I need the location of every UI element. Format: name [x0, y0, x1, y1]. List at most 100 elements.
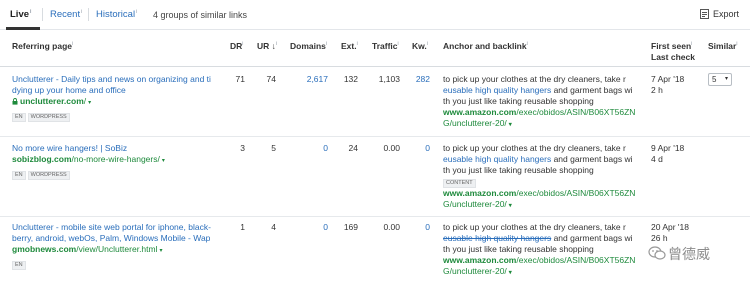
- ext-value: 132: [343, 74, 358, 84]
- row-divider: [0, 216, 750, 217]
- row-divider: [0, 136, 750, 137]
- chevron-down-icon[interactable]: ▾: [162, 158, 165, 164]
- dr-value: 71: [235, 74, 245, 84]
- url-domain: unclutterer.com: [20, 96, 84, 106]
- content-tag-row: CONTENT: [443, 176, 643, 188]
- ext-value: 24: [348, 143, 358, 153]
- tag-platform: WORDPRESS: [27, 171, 70, 180]
- dr-value: 3: [240, 143, 245, 153]
- url-path: /: [83, 96, 87, 106]
- first-seen-value: 7 Apr '18: [651, 74, 685, 84]
- referring-page-title[interactable]: Unclutterer - Daily tips and news on org…: [12, 74, 222, 96]
- referring-page-url[interactable]: unclutterer.com/▾: [12, 96, 222, 109]
- chevron-down-icon: ▾: [724, 76, 728, 82]
- title-line: berry, android, webOs, Palm, Windows Mob…: [12, 233, 211, 243]
- col-dr[interactable]: DRi: [230, 41, 243, 51]
- anchor-context: to pick up your clothes at the dry clean…: [443, 222, 626, 232]
- tag-content: CONTENT: [443, 179, 476, 188]
- chevron-down-icon[interactable]: ▾: [88, 100, 91, 106]
- anchor-context: to pick up your clothes at the dry clean…: [443, 74, 626, 84]
- dates-cell: 9 Apr '18 4 d: [651, 143, 703, 165]
- referring-page-cell: No more wire hangers! | SoBiz sobizblog.…: [12, 143, 222, 180]
- similar-select[interactable]: 5 ▾: [708, 73, 732, 86]
- first-seen-value: 20 Apr '18: [651, 222, 690, 232]
- referring-page-cell: Unclutterer - mobile site web portal for…: [12, 222, 222, 270]
- target-url[interactable]: www.amazon.com/exec/obidos/ASIN/B06XT56Z…: [443, 255, 643, 279]
- col-anchor-label: Anchor and backlink: [443, 41, 527, 51]
- target-url[interactable]: www.amazon.com/exec/obidos/ASIN/B06XT56Z…: [443, 188, 643, 212]
- anchor-link[interactable]: eusable high quality hangers: [443, 154, 551, 164]
- col-ur[interactable]: UR ↓i: [257, 41, 277, 51]
- chevron-down-icon[interactable]: ▾: [159, 248, 162, 254]
- col-kw-label: Kw.: [412, 41, 427, 51]
- tag-language: EN: [12, 261, 26, 270]
- header-divider: [0, 66, 750, 67]
- domains-value[interactable]: 2,617: [290, 74, 328, 85]
- similar-value: 5: [712, 75, 717, 84]
- referring-page-title[interactable]: No more wire hangers! | SoBiz: [12, 143, 222, 154]
- title-line: Unclutterer - mobile site web portal for…: [12, 222, 211, 232]
- col-referring-page-label: Referring page: [12, 41, 72, 51]
- url-domain: gmobnews.com: [12, 244, 77, 254]
- col-kw[interactable]: Kw.i: [412, 41, 428, 51]
- ext-value: 169: [343, 222, 358, 232]
- traffic-value: 0.00: [383, 143, 400, 153]
- tag-list: EN: [12, 258, 222, 270]
- info-icon: i: [275, 41, 278, 48]
- target-path: /exec/obidos/ASIN/B06XT56ZN: [516, 255, 636, 265]
- kw-value[interactable]: 0: [405, 222, 430, 233]
- anchor-link[interactable]: eusable high quality hangers: [443, 85, 551, 95]
- target-path: /exec/obidos/ASIN/B06XT56ZN: [516, 107, 636, 117]
- col-similar-label: Similar: [708, 41, 737, 51]
- domains-value[interactable]: 0: [290, 143, 328, 154]
- col-similar[interactable]: Similari: [708, 41, 737, 51]
- last-check-value: 26 h: [651, 233, 668, 243]
- anchor-context: th you just like taking reusable shoppin…: [443, 165, 594, 175]
- url-path: /view/Unclutterer.html: [76, 244, 158, 254]
- anchor-context: th you just like taking reusable shoppin…: [443, 244, 594, 254]
- info-icon: i: [691, 41, 693, 48]
- col-traffic[interactable]: Traffici: [372, 41, 399, 51]
- referring-page-url[interactable]: sobizblog.com/no-more-wire-hangers/▾: [12, 154, 222, 167]
- col-anchor[interactable]: Anchor and backlinki: [443, 41, 528, 51]
- referring-page-cell: Unclutterer - Daily tips and news on org…: [12, 74, 222, 122]
- info-icon: i: [242, 41, 244, 48]
- dr-value: 1: [240, 222, 245, 232]
- ur-value: 5: [271, 143, 276, 153]
- anchor-context: and garment bags wi: [551, 233, 633, 243]
- col-first-seen[interactable]: First seeni: [651, 41, 692, 51]
- anchor-cell: to pick up your clothes at the dry clean…: [443, 222, 643, 279]
- target-path: G/unclutterer-20/: [443, 266, 507, 276]
- referring-page-title[interactable]: Unclutterer - mobile site web portal for…: [12, 222, 222, 244]
- anchor-context: to pick up your clothes at the dry clean…: [443, 143, 626, 153]
- kw-value[interactable]: 0: [405, 143, 430, 154]
- anchor-link-lost[interactable]: eusable high quality hangers: [443, 233, 551, 243]
- title-line: dying up your home and office: [12, 85, 126, 95]
- ur-value: 74: [266, 74, 276, 84]
- chevron-down-icon[interactable]: ▾: [509, 270, 512, 276]
- target-path: G/unclutterer-20/: [443, 118, 507, 128]
- col-traffic-label: Traffic: [372, 41, 398, 51]
- dates-cell: 7 Apr '18 2 h: [651, 74, 703, 96]
- anchor-context: th you just like taking reusable shoppin…: [443, 96, 594, 106]
- col-referring-page[interactable]: Referring pagei: [12, 41, 73, 51]
- tag-language: EN: [12, 113, 26, 122]
- target-path: /exec/obidos/ASIN/B06XT56ZN: [516, 188, 636, 198]
- col-domains[interactable]: Domainsi: [290, 41, 327, 51]
- col-ext[interactable]: Ext.i: [341, 41, 358, 51]
- referring-page-url[interactable]: gmobnews.com/view/Unclutterer.html ▾: [12, 244, 222, 257]
- ur-value: 4: [271, 222, 276, 232]
- traffic-value: 0.00: [383, 222, 400, 232]
- info-icon: i: [397, 41, 399, 48]
- anchor-cell: to pick up your clothes at the dry clean…: [443, 74, 643, 131]
- chevron-down-icon[interactable]: ▾: [509, 122, 512, 128]
- kw-value[interactable]: 282: [405, 74, 430, 85]
- url-path: /no-more-wire-hangers/: [71, 154, 160, 164]
- tag-list: EN WORDPRESS: [12, 110, 222, 122]
- domains-value[interactable]: 0: [290, 222, 328, 233]
- chevron-down-icon[interactable]: ▾: [509, 203, 512, 209]
- info-icon: i: [72, 41, 74, 48]
- target-url[interactable]: www.amazon.com/exec/obidos/ASIN/B06XT56Z…: [443, 107, 643, 131]
- last-check-value: 2 h: [651, 85, 663, 95]
- col-last-check[interactable]: Last check: [651, 52, 695, 62]
